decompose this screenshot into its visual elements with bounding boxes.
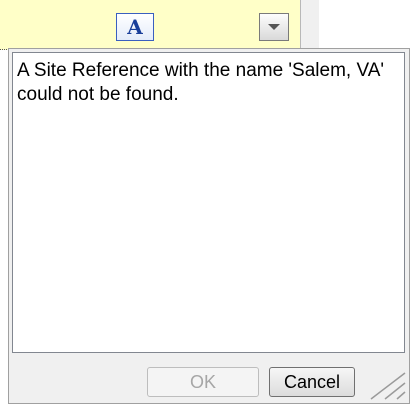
cancel-button-label: Cancel — [283, 371, 341, 392]
dropdown-button[interactable] — [259, 13, 289, 41]
ok-button-label: OK — [189, 371, 216, 392]
header-side-panel — [300, 0, 319, 52]
ok-button[interactable]: OK — [147, 367, 259, 397]
message-popup: A Site Reference with the name 'Salem, V… — [8, 48, 410, 404]
notification-window: A A Site Reference with the name 'Salem,… — [0, 0, 412, 404]
message-text: A Site Reference with the name 'Salem, V… — [17, 60, 385, 105]
chevron-down-icon — [268, 24, 280, 30]
font-icon-glyph: A — [127, 15, 143, 39]
font-format-icon[interactable]: A — [116, 13, 154, 41]
message-text-area[interactable]: A Site Reference with the name 'Salem, V… — [12, 52, 405, 353]
cancel-button[interactable]: Cancel — [269, 367, 355, 397]
resize-grip-icon[interactable] — [367, 367, 407, 401]
